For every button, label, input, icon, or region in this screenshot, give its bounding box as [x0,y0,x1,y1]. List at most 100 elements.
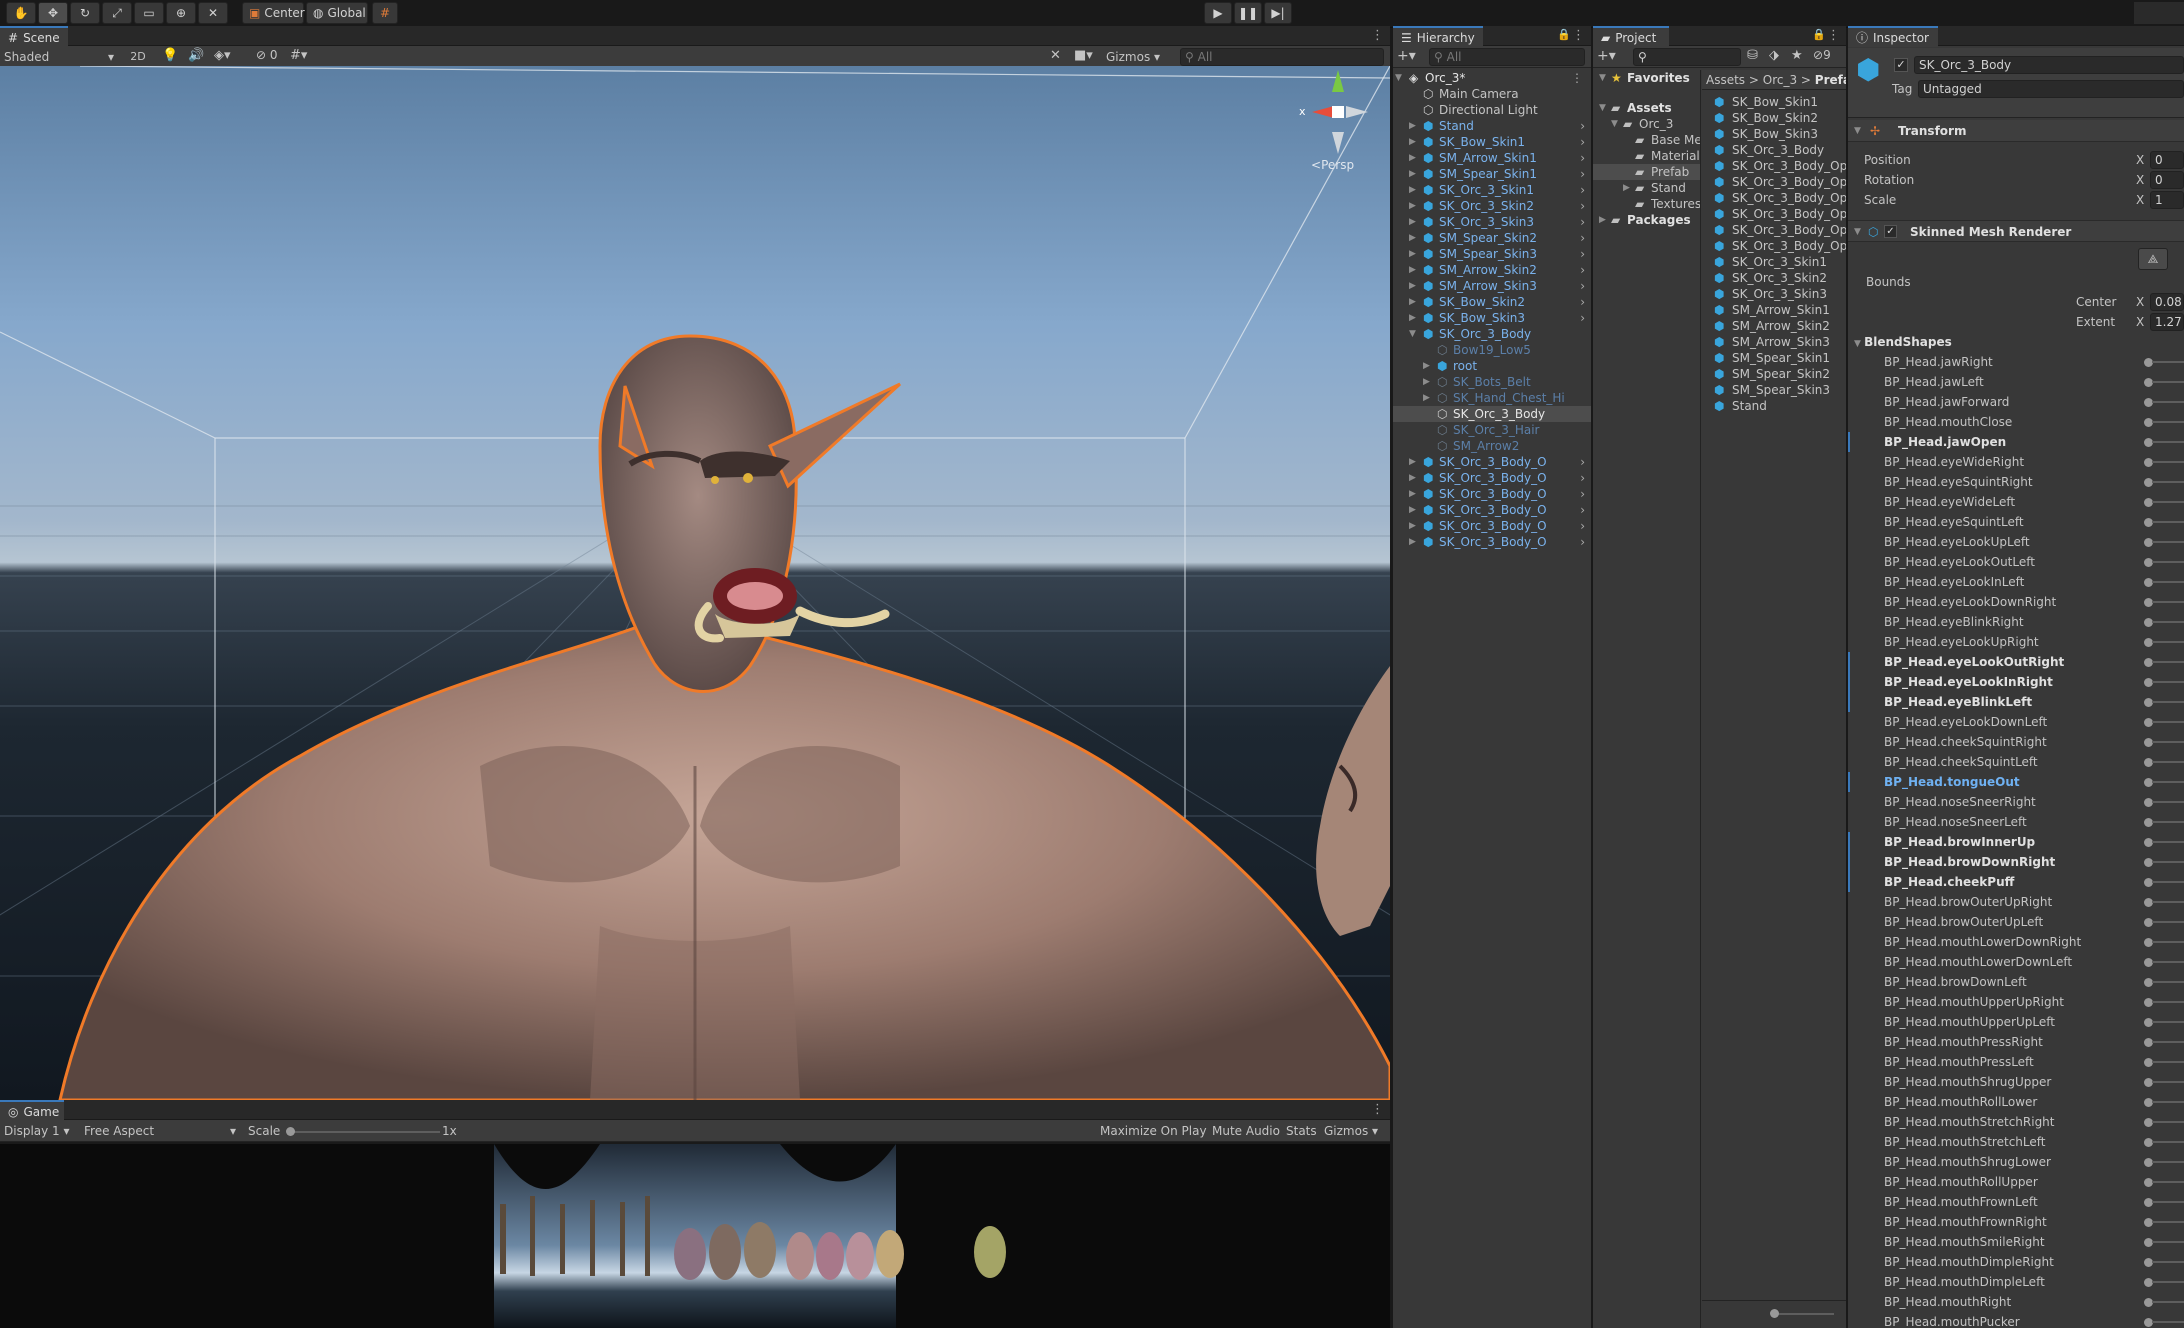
blendshape-slider-track[interactable] [2152,501,2184,503]
scene-orientation-gizmo[interactable]: x [1290,66,1390,172]
blendshape-slider-track[interactable] [2152,681,2184,683]
breadcrumb-orc3[interactable]: Orc_3 [1763,73,1797,87]
hierarchy-item[interactable]: ▶ ⬢ SK_Orc_3_Body_O › [1393,470,1591,486]
blendshape-slider-track[interactable] [2152,1141,2184,1143]
breadcrumb-assets[interactable]: Assets [1706,73,1745,87]
hierarchy-item[interactable]: ▶ ⬢ SK_Orc_3_Body_O › [1393,518,1591,534]
blendshape-slider-track[interactable] [2152,541,2184,543]
hierarchy-item[interactable]: ▶ ⬢ root [1393,358,1591,374]
camera-icon[interactable]: ■▾ [1074,48,1093,63]
blendshape-slider-track[interactable] [2152,1221,2184,1223]
hierarchy-item[interactable]: ▶ ⬢ SK_Bow_Skin2 › [1393,294,1591,310]
hierarchy-item[interactable]: ▶ ⬢ SK_Orc_3_Body_O › [1393,534,1591,550]
hierarchy-item[interactable]: ▼ ◈ Orc_3* ⋮ [1393,70,1591,86]
tab-hierarchy[interactable]: ☰ Hierarchy [1393,26,1483,47]
open-prefab-chevron-icon[interactable]: › [1580,230,1585,246]
game-more-icon[interactable]: ⋮ [1371,1102,1384,1117]
expand-closed-icon[interactable]: ▶ [1409,198,1416,214]
expand-closed-icon[interactable]: ▶ [1409,534,1416,550]
open-prefab-chevron-icon[interactable]: › [1580,534,1585,550]
blendshape-slider-track[interactable] [2152,801,2184,803]
hierarchy-item[interactable]: ⬡ SK_Orc_3_Body [1393,406,1591,422]
edit-bounds-button[interactable]: ⟁ [2138,248,2168,270]
open-prefab-chevron-icon[interactable]: › [1580,278,1585,294]
move-tool-button[interactable]: ✥ [38,2,68,24]
project-asset-item[interactable]: ⬢ SM_Spear_Skin1 [1702,350,1846,366]
blendshape-slider-track[interactable] [2152,781,2184,783]
expand-closed-icon[interactable]: ▶ [1409,182,1416,198]
blendshape-slider-track[interactable] [2152,1081,2184,1083]
project-folder-item[interactable]: ▰ Material [1593,148,1700,164]
hierarchy-more-icon[interactable]: ⋮ [1572,28,1585,43]
blendshape-slider-track[interactable] [2152,1061,2184,1063]
expand-closed-icon[interactable]: ▶ [1409,150,1416,166]
expand-open-icon[interactable]: ▼ [1395,70,1402,86]
blendshape-slider-track[interactable] [2152,401,2184,403]
extent-x-field[interactable]: 1.27 [2150,313,2184,331]
blendshape-slider-track[interactable] [2152,461,2184,463]
expand-closed-icon[interactable]: ▶ [1409,470,1416,486]
search-by-label-icon[interactable]: ⬗ [1769,48,1779,63]
expand-closed-icon[interactable]: ▶ [1409,214,1416,230]
grid-toggle-icon[interactable]: #▾ [290,48,307,63]
hierarchy-item[interactable]: ▶ ⬢ SM_Arrow_Skin3 › [1393,278,1591,294]
expand-closed-icon[interactable]: ▶ [1409,230,1416,246]
blendshape-slider-track[interactable] [2152,921,2184,923]
grid-snap-button[interactable]: # [372,2,398,24]
center-x-field[interactable]: 0.08 [2150,293,2184,311]
hierarchy-item[interactable]: ⬡ Bow19_Low5 [1393,342,1591,358]
project-asset-item[interactable]: ⬢ SK_Orc_3_Body_Op [1702,238,1846,254]
open-prefab-chevron-icon[interactable]: › [1580,486,1585,502]
expand-closed-icon[interactable]: ▶ [1409,246,1416,262]
blendshape-slider-track[interactable] [2152,661,2184,663]
hidden-objects-toggle[interactable]: ⊘ 0 [256,48,278,62]
project-asset-item[interactable]: ⬢ SK_Orc_3_Skin3 [1702,286,1846,302]
open-prefab-chevron-icon[interactable]: › [1580,294,1585,310]
tab-inspector[interactable]: ⓘ Inspector [1848,26,1938,47]
blendshape-slider-track[interactable] [2152,821,2184,823]
aspect-dropdown[interactable]: Free Aspect ▾ [84,1122,238,1140]
shading-mode-dropdown[interactable]: Shaded ▾ [4,48,118,66]
expand-closed-icon[interactable]: ▶ [1423,374,1430,390]
hierarchy-item[interactable]: ▶ ⬢ SM_Spear_Skin3 › [1393,246,1591,262]
project-folder-item[interactable]: ▰ Base Me [1593,132,1700,148]
expand-closed-icon[interactable]: ▶ [1409,262,1416,278]
space-global-toggle[interactable]: ◍ Global [306,2,368,24]
project-lock-icon[interactable]: 🔒 [1812,28,1826,41]
blendshape-slider-track[interactable] [2152,1121,2184,1123]
blendshape-slider-track[interactable] [2152,861,2184,863]
blendshape-slider-track[interactable] [2152,481,2184,483]
blendshape-slider-track[interactable] [2152,1281,2184,1283]
expand-closed-icon[interactable]: ▶ [1409,518,1416,534]
smr-enabled-checkbox[interactable]: ✓ [1884,225,1897,238]
transform-header[interactable]: ▼ ✢ Transform [1848,120,2184,142]
audio-toggle-icon[interactable]: 🔊 [188,48,204,63]
hierarchy-item[interactable]: ▶ ⬡ SK_Bots_Belt [1393,374,1591,390]
blendshape-slider-track[interactable] [2152,741,2184,743]
blendshape-slider-track[interactable] [2152,1001,2184,1003]
blendshape-slider-track[interactable] [2152,1021,2184,1023]
expand-closed-icon[interactable]: ▶ [1409,310,1416,326]
open-prefab-chevron-icon[interactable]: › [1580,310,1585,326]
effects-toggle-icon[interactable]: ◈▾ [214,48,231,63]
expand-closed-icon[interactable]: ▶ [1423,390,1430,406]
custom-tool-button[interactable]: ✕ [198,2,228,24]
expand-closed-icon[interactable]: ▶ [1409,118,1416,134]
lock-icon[interactable]: 🔒 [1557,28,1571,41]
open-prefab-chevron-icon[interactable]: › [1580,118,1585,134]
blendshape-slider-track[interactable] [2152,1161,2184,1163]
open-prefab-chevron-icon[interactable]: › [1580,454,1585,470]
folder-expand-icon[interactable]: ▶ [1623,180,1630,196]
hierarchy-item[interactable]: ⬡ SK_Orc_3_Hair [1393,422,1591,438]
open-prefab-chevron-icon[interactable]: › [1580,134,1585,150]
hierarchy-item[interactable]: ▶ ⬢ SK_Bow_Skin1 › [1393,134,1591,150]
scale-slider-track[interactable] [290,1131,440,1133]
blendshape-slider-track[interactable] [2152,941,2184,943]
scene-more-icon[interactable]: ⋮ [1371,28,1384,43]
project-create-dropdown[interactable]: +▾ [1597,48,1616,64]
project-folder-item[interactable]: ▼ ▰ Orc_3 [1593,116,1700,132]
project-asset-item[interactable]: ⬢ Stand [1702,398,1846,414]
project-folder-item[interactable]: ▼ ★ Favorites [1593,70,1700,86]
blendshape-slider-track[interactable] [2152,621,2184,623]
search-by-type-icon[interactable]: ⛁ [1747,48,1758,63]
